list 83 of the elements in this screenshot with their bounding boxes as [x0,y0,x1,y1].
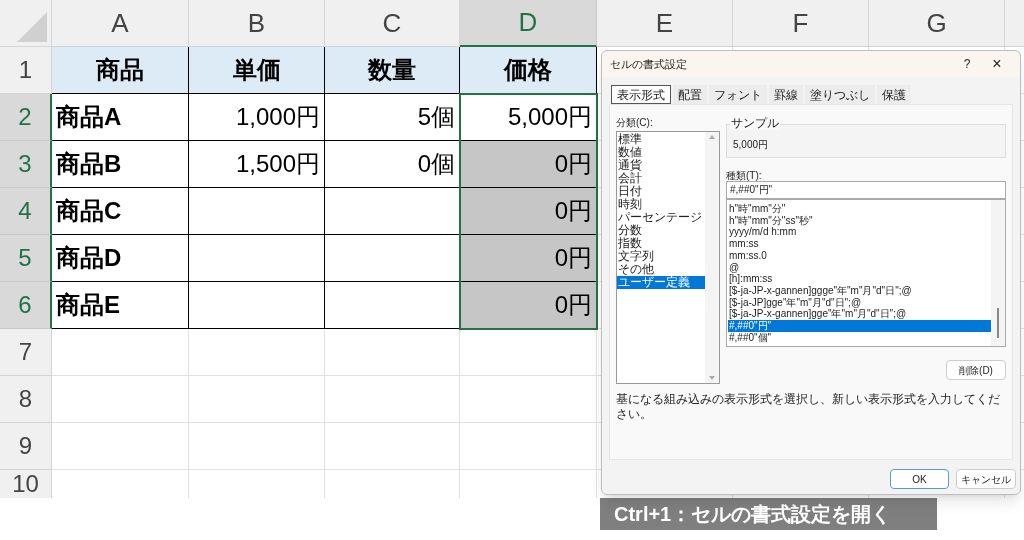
column-header[interactable] [1005,0,1024,47]
scroll-up-icon[interactable] [709,135,715,139]
category-item[interactable]: 標準 [617,133,705,146]
format-item[interactable]: [$-ja-JP-x-gannen]ggge"年"m"月"d"日";@ [728,284,991,297]
table-cell: 0円 [460,282,597,329]
category-item[interactable]: パーセンテージ [617,211,705,224]
ok-button[interactable]: OK [890,469,949,489]
row-header[interactable]: 4 [0,188,52,235]
format-item[interactable]: mm:ss.0 [728,249,991,262]
table-cell: 価格 [460,47,597,94]
format-item[interactable]: h"時"mm"分"ss"秒" [728,214,991,227]
close-button[interactable]: × [982,52,1012,76]
delete-button[interactable]: 削除(D) [946,360,1006,380]
format-item[interactable]: [$-ja-JP]gge"年"m"月"d"日";@ [728,296,991,309]
category-item[interactable]: 文字列 [617,250,705,263]
table-cell: 5個 [325,94,460,141]
table-cell: 商品D [52,235,189,282]
cancel-button[interactable]: キャンセル [956,469,1016,489]
row-header[interactable]: 2 [0,94,52,141]
sample-label: サンプル [730,116,780,130]
category-item[interactable]: 指数 [617,237,705,250]
format-item[interactable]: #,##0"円" [728,320,991,332]
tab[interactable]: 表示形式 [611,85,671,104]
format-item[interactable]: h"時"mm"分" [728,203,991,215]
row-header[interactable]: 1 [0,47,52,94]
category-item[interactable]: その他 [617,263,705,276]
tab[interactable]: 配置 [673,85,707,104]
table-cell: 数量 [325,47,460,94]
table-cell: 商品A [52,94,189,141]
table-cell: 商品 [52,47,189,94]
table-cell: 1,500円 [189,141,325,188]
format-item[interactable]: @ [728,261,991,274]
type-label: 種類(T): [726,169,763,181]
format-item[interactable]: yyyy/m/d h:mm [728,226,991,239]
category-item[interactable]: 数値 [617,146,705,159]
scroll-down-icon[interactable] [709,376,715,380]
format-item[interactable]: #,##0"個" [728,331,991,344]
table-cell: 0円 [460,235,597,282]
help-button[interactable]: ? [952,55,982,73]
table-cell: 0円 [460,188,597,235]
table-cell: 商品B [52,141,189,188]
row-header[interactable]: 10 [0,470,52,498]
column-header[interactable]: A [52,0,189,47]
table-cell: 1,000円 [189,94,325,141]
column-header[interactable]: C [325,0,460,47]
category-label: 分類(C): [616,116,654,129]
column-header[interactable]: F [733,0,869,47]
row-header[interactable]: 8 [0,376,52,423]
scroll-thumb[interactable] [997,308,999,338]
table-cell: 0個 [325,141,460,188]
table-cell: 商品C [52,188,189,235]
scrollbar[interactable] [991,200,1005,346]
tab[interactable]: 罫線 [769,85,803,104]
category-item[interactable]: ユーザー定義 [617,276,705,289]
category-item[interactable]: 日付 [617,185,705,198]
column-header[interactable]: E [597,0,733,47]
category-item[interactable]: 分数 [617,224,705,237]
column-header[interactable]: G [869,0,1005,47]
category-item[interactable]: 時刻 [617,198,705,211]
row-header[interactable]: 9 [0,423,52,470]
row-header[interactable]: 7 [0,329,52,376]
column-header[interactable]: D [460,0,597,47]
scrollbar[interactable] [705,132,719,383]
row-header[interactable]: 6 [0,282,52,329]
category-item[interactable]: 会計 [617,172,705,185]
format-item[interactable]: [$-ja-JP-x-gannen]gge"年"m"月"d"日";@ [728,308,991,321]
tab[interactable]: フォント [709,85,767,104]
caption: Ctrl+1：セルの書式設定を開く [600,498,937,530]
category-item[interactable]: 通貨 [617,159,705,172]
row-header[interactable]: 5 [0,235,52,282]
column-header[interactable]: B [189,0,325,47]
tab[interactable]: 保護 [877,85,911,104]
window-title: セルの書式設定 [610,56,688,72]
type-field[interactable]: #,##0"円" [726,181,1006,199]
table-cell: 商品E [52,282,189,329]
format-item[interactable]: mm:ss [728,238,991,250]
table-cell: 単価 [189,47,325,94]
tab[interactable]: 塗りつぶし [805,85,875,104]
row-header[interactable]: 3 [0,141,52,188]
sample-value: 5,000円 [733,138,769,152]
table-cell: 0円 [460,141,597,188]
format-item[interactable]: [h]:mm:ss [728,273,991,285]
description-text: 基になる組み込みの表示形式を選択し、新しい表示形式を入力してください。 [616,392,1001,422]
